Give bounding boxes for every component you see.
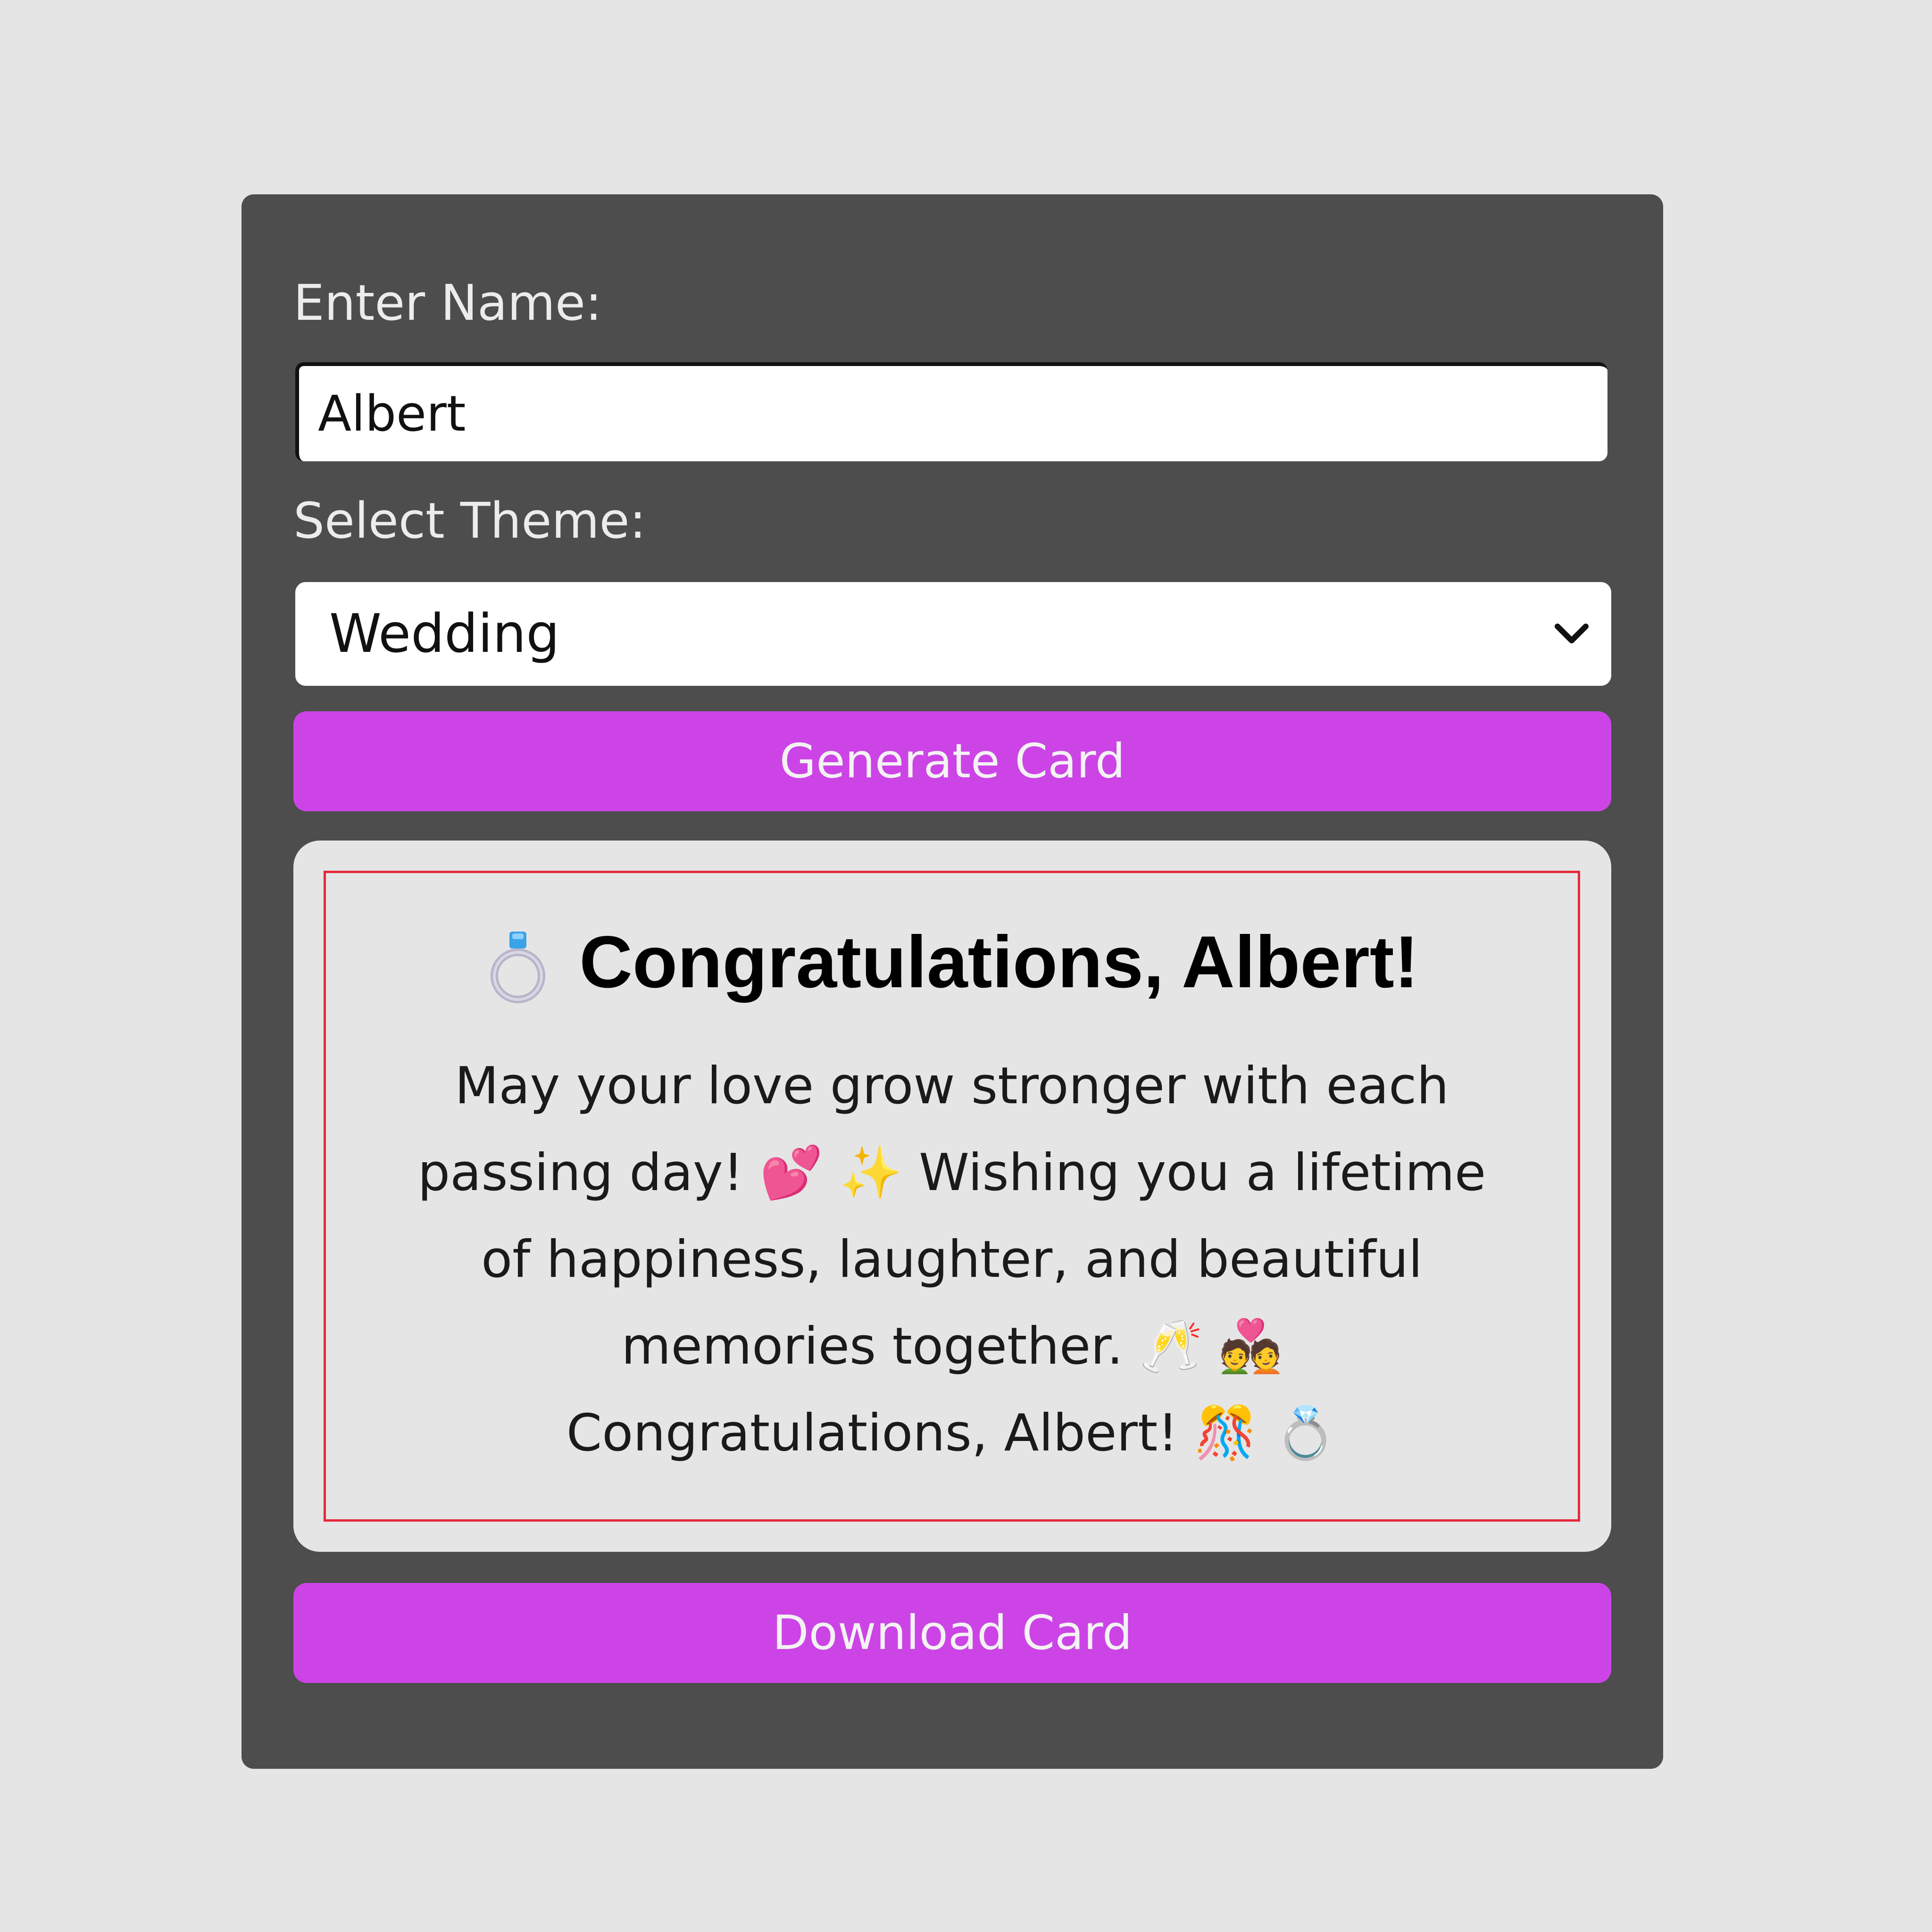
ring-icon	[491, 931, 546, 1003]
download-card-button[interactable]: Download Card	[293, 1583, 1611, 1683]
card-preview: Congratulations, Albert! May your love g…	[293, 841, 1611, 1552]
card-frame: Congratulations, Albert! May your love g…	[324, 871, 1580, 1522]
card-title: Congratulations, Albert!	[326, 918, 1578, 1008]
chevron-down-icon	[1555, 624, 1589, 643]
name-input[interactable]	[295, 362, 1607, 461]
theme-select-value: Wedding	[329, 603, 560, 665]
theme-select[interactable]: Wedding	[295, 582, 1611, 686]
card-generator-panel: Enter Name: Select Theme: Wedding Genera…	[242, 194, 1663, 1769]
theme-label: Select Theme:	[293, 492, 646, 550]
generate-card-button[interactable]: Generate Card	[293, 711, 1611, 811]
card-message: May your love grow stronger with each pa…	[417, 1057, 1486, 1463]
card-title-text: Congratulations, Albert!	[579, 921, 1419, 1003]
name-label: Enter Name:	[293, 274, 602, 332]
